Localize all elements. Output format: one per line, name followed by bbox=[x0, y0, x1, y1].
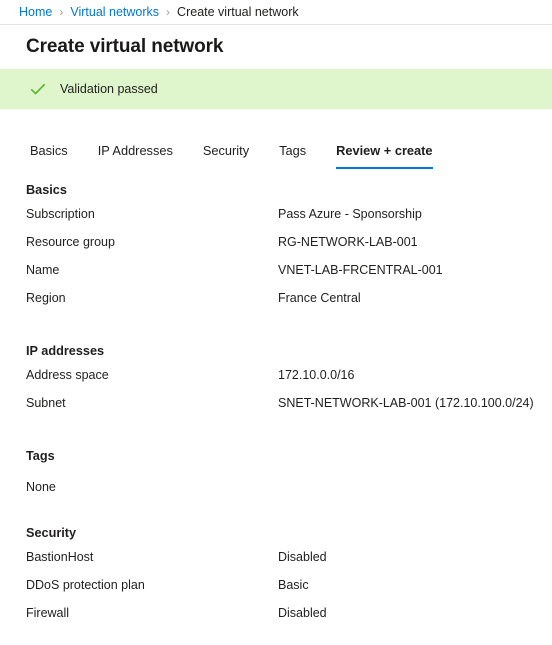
breadcrumb-separator-icon: › bbox=[166, 5, 171, 19]
summary-value: France Central bbox=[278, 291, 361, 305]
summary-row-region: Region France Central bbox=[0, 291, 552, 319]
summary-row-resource-group: Resource group RG-NETWORK-LAB-001 bbox=[0, 235, 552, 263]
summary-value: Disabled bbox=[278, 606, 327, 620]
summary-row-bastion-host: BastionHost Disabled bbox=[0, 550, 552, 578]
summary-label: Subnet bbox=[26, 396, 66, 410]
summary-value: Pass Azure - Sponsorship bbox=[278, 207, 422, 221]
summary-label: BastionHost bbox=[26, 550, 94, 564]
tab-review-create[interactable]: Review + create bbox=[336, 142, 433, 169]
summary-value: RG-NETWORK-LAB-001 bbox=[278, 235, 418, 249]
tab-ip-addresses[interactable]: IP Addresses bbox=[98, 142, 173, 169]
summary-label: Name bbox=[26, 263, 60, 277]
summary-value: SNET-NETWORK-LAB-001 (172.10.100.0/24) bbox=[278, 396, 534, 410]
breadcrumb-item-virtual-networks[interactable]: Virtual networks bbox=[70, 5, 159, 19]
validation-message: Validation passed bbox=[60, 82, 158, 96]
tab-basics[interactable]: Basics bbox=[30, 142, 68, 169]
wizard-tabs: Basics IP Addresses Security Tags Review… bbox=[0, 125, 552, 169]
breadcrumb-item-create-virtual-network: Create virtual network bbox=[177, 5, 299, 19]
breadcrumb-item-home[interactable]: Home bbox=[19, 5, 52, 19]
summary-row-address-space: Address space 172.10.0.0/16 bbox=[0, 368, 552, 396]
tab-tags[interactable]: Tags bbox=[279, 142, 306, 169]
summary-label: Region bbox=[26, 291, 66, 305]
summary-value: 172.10.0.0/16 bbox=[278, 368, 355, 382]
checkmark-icon bbox=[29, 80, 47, 98]
section-heading-security: Security bbox=[26, 526, 77, 540]
summary-label: DDoS protection plan bbox=[26, 578, 145, 592]
validation-banner: Validation passed bbox=[0, 69, 552, 109]
summary-value: Disabled bbox=[278, 550, 327, 564]
page-title-bar: Create virtual network bbox=[0, 25, 552, 69]
section-heading-ip-addresses: IP addresses bbox=[26, 344, 105, 358]
summary-row-tags-none: None bbox=[26, 480, 56, 494]
breadcrumb: Home › Virtual networks › Create virtual… bbox=[0, 0, 552, 25]
section-heading-basics: Basics bbox=[26, 183, 67, 197]
summary-row-subnet: Subnet SNET-NETWORK-LAB-001 (172.10.100.… bbox=[0, 396, 552, 424]
summary-row-subscription: Subscription Pass Azure - Sponsorship bbox=[0, 207, 552, 235]
page-title: Create virtual network bbox=[26, 36, 224, 57]
summary-label: Subscription bbox=[26, 207, 95, 221]
tab-security[interactable]: Security bbox=[203, 142, 249, 169]
breadcrumb-separator-icon: › bbox=[59, 5, 64, 19]
summary-value: VNET-LAB-FRCENTRAL-001 bbox=[278, 263, 443, 277]
summary-label: Resource group bbox=[26, 235, 115, 249]
summary-value: Basic bbox=[278, 578, 309, 592]
summary-row-name: Name VNET-LAB-FRCENTRAL-001 bbox=[0, 263, 552, 291]
summary-row-ddos-protection-plan: DDoS protection plan Basic bbox=[0, 578, 552, 606]
summary-row-firewall: Firewall Disabled bbox=[0, 606, 552, 634]
review-summary: Basics Subscription Pass Azure - Sponsor… bbox=[0, 169, 552, 634]
section-heading-tags: Tags bbox=[26, 449, 55, 463]
summary-label: Firewall bbox=[26, 606, 70, 620]
summary-label: Address space bbox=[26, 368, 109, 382]
